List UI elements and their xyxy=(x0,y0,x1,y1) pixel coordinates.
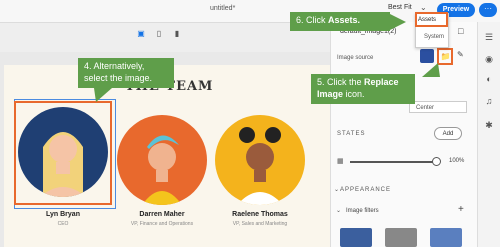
dropdown-option-system[interactable]: System xyxy=(424,34,444,40)
person-role-1: CEO xyxy=(57,221,69,227)
states-heading: STATES xyxy=(337,131,366,137)
callout-step-6: 6. Click Assets. xyxy=(290,12,390,31)
callout-step-5-text: 5. Click the xyxy=(317,77,365,87)
filter-thumbnail[interactable] xyxy=(340,228,372,247)
opacity-slider-track[interactable] xyxy=(350,161,434,163)
properties-icon[interactable]: ☰ xyxy=(481,32,497,43)
filter-thumbnail[interactable] xyxy=(430,228,462,247)
callout-step-4: 4. Alternatively, select the image. xyxy=(78,58,174,88)
accessibility-icon[interactable]: ✱ xyxy=(481,120,497,131)
opacity-slider-handle[interactable] xyxy=(432,157,441,166)
image-filters-label: Image filters xyxy=(346,208,379,214)
person-image-3[interactable] xyxy=(215,115,305,205)
desktop-icon[interactable]: ▣ xyxy=(134,27,148,41)
chevron-down-icon[interactable]: ⌄ xyxy=(420,3,427,12)
palette-icon[interactable]: ◐ xyxy=(481,74,497,84)
person-name-2: Darren Maher xyxy=(139,211,185,218)
edit-pencil-icon[interactable]: ✎ xyxy=(457,50,464,59)
assets-highlight xyxy=(415,12,448,27)
opacity-value: 100% xyxy=(449,158,465,164)
person-role-2: VP, Finance and Operations xyxy=(130,221,194,227)
opacity-icon: ▦ xyxy=(337,158,344,165)
add-filter-icon[interactable]: + xyxy=(458,204,464,215)
callout-step-5-tail: icon. xyxy=(343,89,365,99)
audio-icon[interactable]: ♫ xyxy=(481,96,497,106)
callout-pointer xyxy=(390,14,406,30)
image-source-label: Image source xyxy=(337,55,374,61)
comment-icon[interactable]: □ xyxy=(458,26,463,36)
person-name-3: Raelene Thomas xyxy=(232,211,288,218)
callout-step-6-bold: Assets. xyxy=(328,15,361,25)
mobile-icon[interactable]: ▮ xyxy=(170,27,184,41)
chevron-down-icon[interactable]: ⌄ xyxy=(336,207,341,214)
alignment-select[interactable]: Center xyxy=(409,101,467,113)
person-image-2[interactable] xyxy=(117,115,207,205)
chevron-down-icon[interactable]: ⌄ xyxy=(334,186,339,193)
person-name-1: Lyn Bryan xyxy=(46,211,80,218)
selected-image-highlight xyxy=(14,101,112,205)
portrait-2 xyxy=(142,135,182,205)
appearance-heading: APPEARANCE xyxy=(340,187,392,193)
filter-thumbnail[interactable] xyxy=(385,228,417,247)
add-state-button[interactable]: Add xyxy=(434,127,462,140)
fit-select[interactable]: Best Fit xyxy=(388,4,412,11)
callout-step-4-text: 4. Alternatively, select the image. xyxy=(84,61,153,83)
portrait-3 xyxy=(237,127,283,205)
callout-pointer xyxy=(94,88,112,102)
callout-step-6-text: 6. Click xyxy=(296,15,329,25)
image-thumbnail xyxy=(420,49,434,63)
callout-step-5: 5. Click the Replace Image icon. xyxy=(311,74,415,104)
device-toolbar: ▣ ▯ ▮ xyxy=(130,27,190,43)
tablet-icon[interactable]: ▯ xyxy=(152,27,166,41)
document-title: untitled* xyxy=(210,5,236,12)
more-options-button[interactable]: ··· xyxy=(479,3,497,17)
component-icon[interactable]: ◉ xyxy=(481,54,497,65)
callout-pointer xyxy=(422,63,440,77)
person-role-3: VP, Sales and Marketing xyxy=(232,221,288,227)
